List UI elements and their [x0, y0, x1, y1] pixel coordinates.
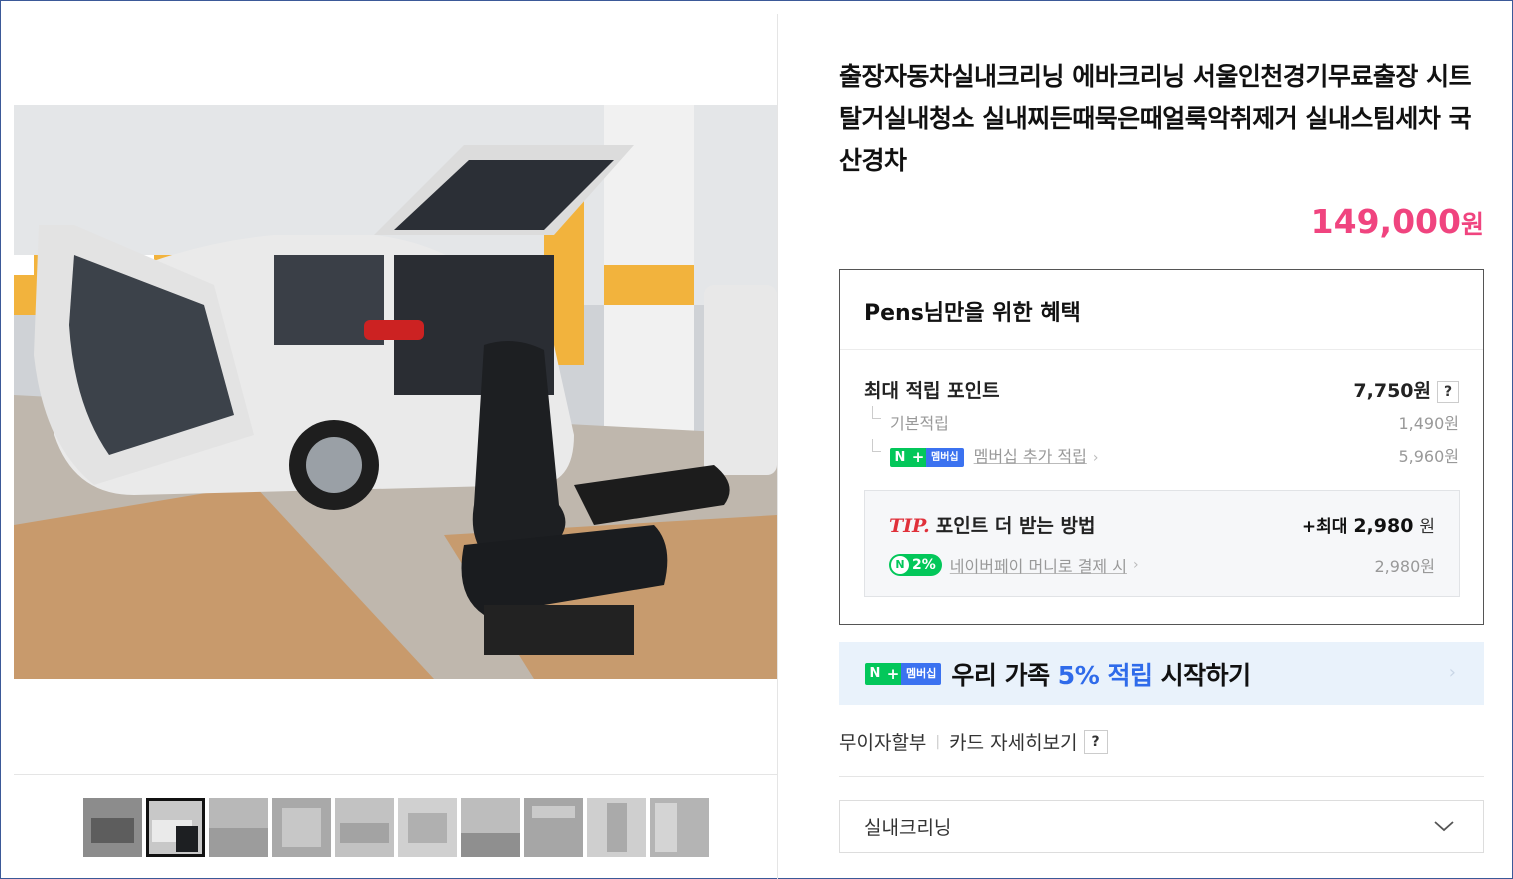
option-select-value: 실내크리닝	[864, 817, 952, 839]
thumbnail-selected[interactable]	[146, 798, 205, 857]
help-icon[interactable]: ?	[1437, 380, 1459, 403]
chevron-right-icon: ›	[1448, 662, 1456, 683]
max-points-row: 최대 적립 포인트 7,750원?	[864, 376, 1459, 403]
naver-pay-icon: N	[891, 556, 909, 574]
thumbnail-strip	[83, 798, 709, 857]
thumbnail[interactable]	[398, 798, 457, 857]
banner-text: 우리 가족 5% 적립 시작하기	[951, 660, 1251, 690]
thumbnail[interactable]	[461, 798, 520, 857]
benefit-heading: Pens님만을 위한 혜택	[840, 270, 1483, 350]
car-photo-illustration	[14, 105, 777, 679]
membership-points-value: 5,960원	[1398, 447, 1459, 466]
naver-plus-membership-badge: N + 멤버십	[890, 448, 964, 467]
separator: |	[935, 733, 941, 750]
option-select[interactable]: 실내크리닝	[839, 800, 1484, 853]
benefit-box: Pens님만을 위한 혜택 최대 적립 포인트 7,750원? 기본적립 1,4…	[839, 269, 1484, 625]
thumbnail[interactable]	[209, 798, 268, 857]
product-gallery	[14, 14, 778, 879]
naver-pay-money-link[interactable]: 네이버페이 머니로 결제 시	[950, 553, 1127, 577]
card-details-link[interactable]: 카드 자세히보기	[949, 728, 1077, 755]
tip-max-points: +최대 2,980 원	[1301, 515, 1435, 537]
basic-points-value: 1,490원	[1398, 414, 1459, 433]
membership-points-row: N + 멤버십 멤버십 추가 적립 › 5,960원	[864, 439, 1459, 467]
max-points-value: 7,750원	[1353, 380, 1431, 402]
tip-label: 포인트 더 받는 방법	[935, 515, 1096, 537]
chevron-right-icon: ›	[1092, 450, 1099, 466]
help-icon[interactable]: ?	[1083, 729, 1108, 754]
thumbs-divider	[14, 774, 777, 775]
naver-pay-points-value: 2,980원	[1374, 557, 1435, 576]
thumbnail[interactable]	[83, 798, 142, 857]
divider	[839, 776, 1484, 777]
thumbnail[interactable]	[650, 798, 709, 857]
naver-pay-2pct-badge: N 2%	[889, 554, 942, 576]
price-unit: 원	[1460, 210, 1484, 239]
installment-row: 무이자할부 | 카드 자세히보기 ?	[839, 728, 1108, 755]
product-info: 출장자동차실내크리닝 에바크리닝 서울인천경기무료출장 시트탈거실내청소 실내찌…	[839, 0, 1484, 879]
main-product-image[interactable]	[14, 105, 777, 679]
price-value: 149,000	[1310, 202, 1461, 241]
chevron-down-icon	[1434, 821, 1454, 832]
tip-box: TIP. 포인트 더 받는 방법 +최대 2,980 원 N 2% 네이버페이 머니…	[864, 490, 1460, 597]
basic-points-row: 기본적립 1,490원	[864, 406, 1459, 434]
max-points-label: 최대 적립 포인트	[864, 380, 1000, 402]
chevron-right-icon: ›	[1132, 557, 1139, 573]
thumbnail[interactable]	[587, 798, 646, 857]
naver-plus-membership-badge: N + 멤버십	[865, 662, 942, 685]
membership-points-link[interactable]: 멤버십 추가 적립	[974, 447, 1087, 466]
installment-label: 무이자할부	[839, 732, 927, 754]
basic-points-label: 기본적립	[864, 406, 949, 434]
thumbnail[interactable]	[335, 798, 394, 857]
product-title: 출장자동차실내크리닝 에바크리닝 서울인천경기무료출장 시트탈거실내청소 실내찌…	[839, 62, 1472, 175]
tip-mark: TIP.	[889, 515, 930, 537]
membership-banner[interactable]: N + 멤버십 우리 가족 5% 적립 시작하기 ›	[839, 642, 1484, 705]
product-price: 149,000원	[1311, 202, 1484, 241]
thumbnail[interactable]	[272, 798, 331, 857]
thumbnail[interactable]	[524, 798, 583, 857]
